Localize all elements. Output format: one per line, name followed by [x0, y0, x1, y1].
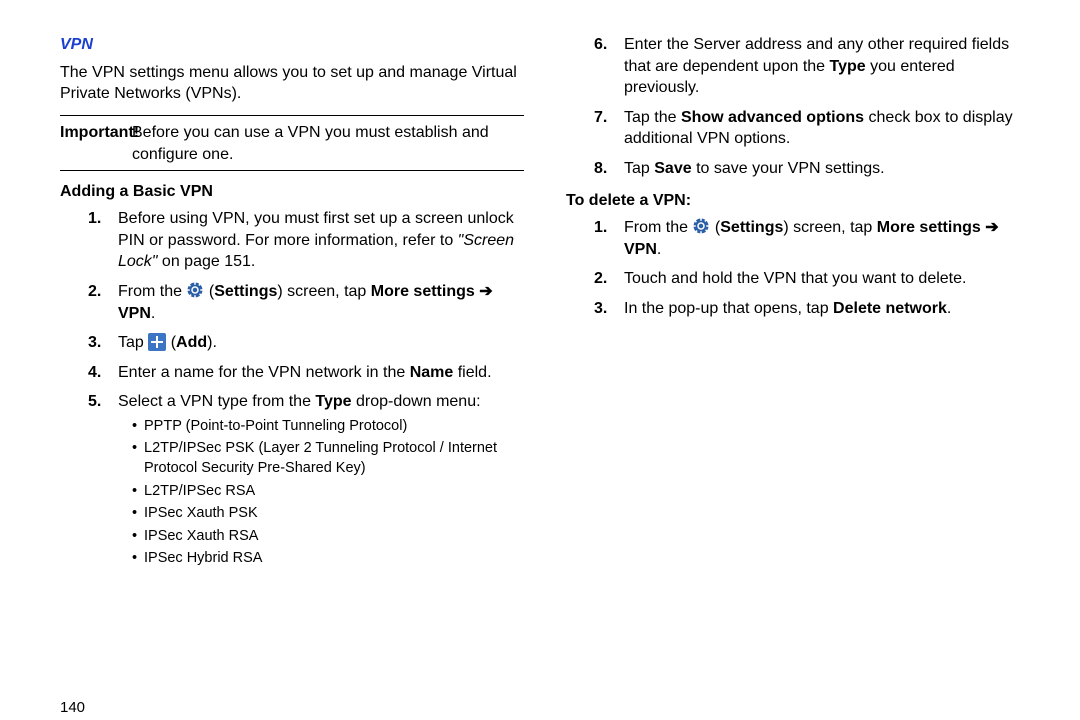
step-text: Select a VPN type from the — [118, 393, 315, 410]
dot: . — [657, 241, 661, 258]
step-text: In the pop-up that opens, tap — [624, 300, 833, 317]
important-note: Important! Before you can use a VPN you … — [60, 122, 524, 166]
important-label: Important! — [60, 124, 139, 141]
step-text-b: ) screen, tap — [277, 283, 370, 300]
step-text: Enter a name for the VPN network in the — [118, 364, 410, 381]
step-5: 5. Select a VPN type from the Type drop-… — [118, 391, 524, 569]
step-text: Touch and hold the VPN that you want to … — [624, 270, 966, 287]
gear-icon — [186, 281, 204, 299]
step-number: 7. — [594, 107, 607, 129]
step-number: 6. — [594, 34, 607, 56]
adding-steps-continued: 6. Enter the Server address and any othe… — [566, 34, 1030, 180]
gear-icon — [692, 217, 710, 235]
step-text: Tap — [118, 334, 148, 351]
type-label: Type — [830, 58, 866, 75]
delete-step-1: 1. From the (Settings) screen, tap More … — [624, 217, 1030, 260]
step-8: 8. Tap Save to save your VPN settings. — [624, 158, 1030, 180]
name-label: Name — [410, 364, 454, 381]
step-text-b: . — [947, 300, 951, 317]
step-text-b: field. — [453, 364, 491, 381]
add-label: Add — [176, 334, 207, 351]
left-column: VPN The VPN settings menu allows you to … — [60, 34, 552, 700]
step-number: 3. — [88, 332, 101, 354]
right-column: 6. Enter the Server address and any othe… — [552, 34, 1030, 700]
settings-label: Settings — [720, 219, 783, 236]
step-number: 4. — [88, 362, 101, 384]
intro-paragraph: The VPN settings menu allows you to set … — [60, 62, 524, 105]
list-item: L2TP/IPSec RSA — [132, 482, 524, 502]
show-advanced-label: Show advanced options — [681, 109, 864, 126]
rule-top — [60, 115, 524, 116]
arrow-icon: ➔ — [475, 283, 493, 300]
rule-bottom — [60, 170, 524, 171]
step-2: 2. From the (Settings) screen, tap More … — [118, 281, 524, 324]
step-number: 5. — [88, 391, 101, 413]
delete-step-3: 3. In the pop-up that opens, tap Delete … — [624, 298, 1030, 320]
list-item: PPTP (Point-to-Point Tunneling Protocol) — [132, 417, 524, 437]
plus-icon — [148, 333, 166, 351]
delete-network-label: Delete network — [833, 300, 947, 317]
list-item: L2TP/IPSec PSK (Layer 2 Tunneling Protoc… — [132, 439, 524, 478]
step-text: Tap — [624, 160, 654, 177]
vpn-label: VPN — [624, 241, 657, 258]
step-text: From the — [624, 219, 692, 236]
save-label: Save — [654, 160, 691, 177]
delete-steps: 1. From the (Settings) screen, tap More … — [566, 217, 1030, 319]
more-settings-label: More settings — [371, 283, 475, 300]
list-item: IPSec Hybrid RSA — [132, 549, 524, 569]
manual-page: VPN The VPN settings menu allows you to … — [0, 0, 1080, 720]
step-number: 1. — [594, 217, 607, 239]
type-label: Type — [315, 393, 351, 410]
page-number: 140 — [60, 698, 85, 718]
section-title: VPN — [60, 34, 524, 56]
more-settings-label: More settings — [877, 219, 981, 236]
step-number: 1. — [88, 208, 101, 230]
step-text-b: ). — [207, 334, 217, 351]
step-number: 3. — [594, 298, 607, 320]
step-4: 4. Enter a name for the VPN network in t… — [118, 362, 524, 384]
adding-steps: 1. Before using VPN, you must first set … — [60, 208, 524, 569]
step-text-b: ) screen, tap — [783, 219, 876, 236]
delete-step-2: 2. Touch and hold the VPN that you want … — [624, 268, 1030, 290]
list-item: IPSec Xauth RSA — [132, 527, 524, 547]
step-text-b: drop-down menu: — [352, 393, 481, 410]
list-item: IPSec Xauth PSK — [132, 504, 524, 524]
settings-label: Settings — [214, 283, 277, 300]
dot: . — [151, 305, 155, 322]
delete-heading: To delete a VPN: — [566, 190, 1030, 212]
arrow-icon: ➔ — [981, 219, 999, 236]
step-7: 7. Tap the Show advanced options check b… — [624, 107, 1030, 150]
step-1: 1. Before using VPN, you must first set … — [118, 208, 524, 273]
step-number: 8. — [594, 158, 607, 180]
vpn-label: VPN — [118, 305, 151, 322]
step-text: Tap the — [624, 109, 681, 126]
step-6: 6. Enter the Server address and any othe… — [624, 34, 1030, 99]
step-3: 3. Tap (Add). — [118, 332, 524, 354]
vpn-type-list: PPTP (Point-to-Point Tunneling Protocol)… — [118, 417, 524, 569]
step-text: Before using VPN, you must first set up … — [118, 210, 514, 249]
adding-heading: Adding a Basic VPN — [60, 181, 524, 203]
step-text: From the — [118, 283, 186, 300]
step-number: 2. — [594, 268, 607, 290]
step-number: 2. — [88, 281, 101, 303]
step-text-b: to save your VPN settings. — [692, 160, 885, 177]
step-text-b: on page 151. — [157, 253, 255, 270]
